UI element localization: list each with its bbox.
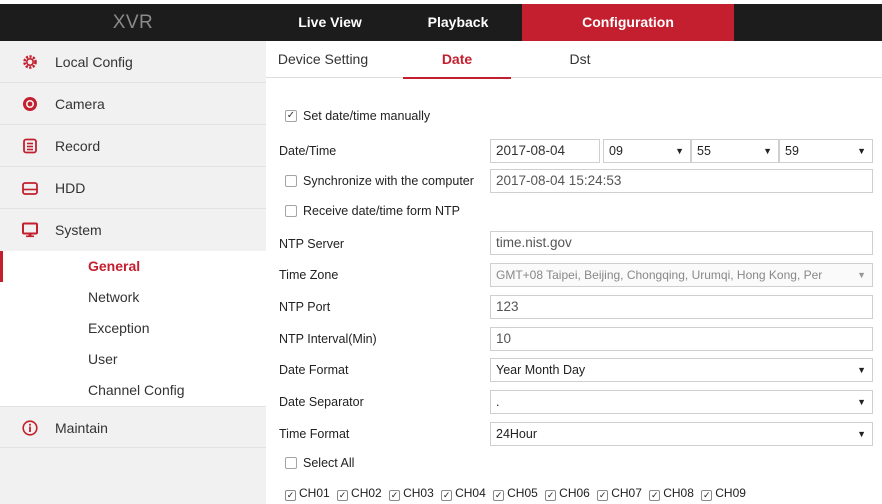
ntp-interval-input[interactable]: 10 xyxy=(490,327,873,351)
gear-icon xyxy=(23,55,37,69)
sidebar-item-system[interactable]: System xyxy=(0,209,266,251)
date-format-value: Year Month Day xyxy=(496,363,586,377)
time-format-value: 24Hour xyxy=(496,427,537,441)
sync-computer-checkbox[interactable] xyxy=(285,175,297,187)
sidebar-item-hdd[interactable]: HDD xyxy=(0,167,266,209)
date-separator-value: . xyxy=(496,395,500,409)
ntp-port-label: NTP Port xyxy=(279,300,331,314)
select-all-checkbox[interactable] xyxy=(285,457,297,469)
sidebar-subitem-general[interactable]: General xyxy=(0,251,266,282)
check-icon: ✓ xyxy=(597,490,609,501)
tab-bar: Device Setting Date Dst xyxy=(266,41,882,79)
sidebar-item-camera[interactable]: Camera xyxy=(0,83,266,125)
date-separator-label: Date Separator xyxy=(279,395,364,409)
time-zone-select[interactable]: GMT+08 Taipei, Beijing, Chongqing, Urumq… xyxy=(490,263,873,287)
chevron-down-icon: ▼ xyxy=(675,146,684,156)
hdd-icon xyxy=(22,182,38,195)
tab-date[interactable]: Date xyxy=(403,41,511,79)
second-select[interactable]: 59 ▼ xyxy=(779,139,873,163)
check-icon: ✓ xyxy=(493,490,505,501)
time-zone-label: Time Zone xyxy=(279,268,339,282)
chevron-down-icon: ▼ xyxy=(857,429,866,439)
sidebar-item-maintain[interactable]: Maintain xyxy=(0,406,266,448)
channel-checkbox-list: ✓ CH01 ✓ CH02 ✓ CH03 ✓ CH04 ✓ CH05 ✓ CH06 ✓ CH0… xyxy=(285,486,750,501)
sidebar-subitem-network[interactable]: Network xyxy=(0,282,266,313)
record-icon xyxy=(23,138,37,154)
sidebar: Local Config Camera Record HDD System Ge… xyxy=(0,41,266,504)
ntp-server-input[interactable]: time.nist.gov xyxy=(490,231,873,255)
receive-ntp-checkbox[interactable] xyxy=(285,205,297,217)
check-icon: ✓ xyxy=(337,490,349,501)
info-icon xyxy=(22,420,38,436)
check-icon: ✓ xyxy=(441,490,453,501)
minute-value: 55 xyxy=(697,144,711,158)
nav-playback[interactable]: Playback xyxy=(394,4,522,41)
sidebar-item-label: Local Config xyxy=(55,54,133,70)
check-icon: ✓ xyxy=(649,490,661,501)
channel-checkbox[interactable]: ✓ CH07 xyxy=(597,486,642,501)
second-value: 59 xyxy=(785,144,799,158)
time-zone-value: GMT+08 Taipei, Beijing, Chongqing, Urumq… xyxy=(496,268,823,282)
sidebar-item-label: HDD xyxy=(55,180,86,196)
sidebar-subitem-channel-config[interactable]: Channel Config xyxy=(0,375,266,406)
date-format-select[interactable]: Year Month Day ▼ xyxy=(490,358,873,382)
channel-checkbox[interactable]: ✓ CH08 xyxy=(649,486,694,501)
date-input[interactable]: 2017-08-04 xyxy=(490,139,600,163)
sync-computer-label: Synchronize with the computer xyxy=(303,174,474,188)
sidebar-item-local-config[interactable]: Local Config xyxy=(0,41,266,83)
minute-select[interactable]: 55 ▼ xyxy=(691,139,779,163)
channel-checkbox[interactable]: ✓ CH02 xyxy=(337,486,382,501)
sidebar-item-label: System xyxy=(55,222,102,238)
main-content: Device Setting Date Dst Set date/time ma… xyxy=(266,41,882,504)
sidebar-item-record[interactable]: Record xyxy=(0,125,266,167)
receive-ntp-label: Receive date/time form NTP xyxy=(303,204,460,218)
datetime-label: Date/Time xyxy=(279,144,337,158)
sidebar-item-label: Maintain xyxy=(55,420,108,436)
channel-checkbox[interactable]: ✓ CH05 xyxy=(493,486,538,501)
manual-datetime-checkbox[interactable] xyxy=(285,110,297,122)
date-format-label: Date Format xyxy=(279,363,349,377)
ntp-interval-label: NTP Interval(Min) xyxy=(279,332,377,346)
top-nav-bar: XVR Live View Playback Configuration xyxy=(0,4,882,41)
check-icon: ✓ xyxy=(389,490,401,501)
app-logo: XVR xyxy=(112,12,154,33)
manual-datetime-label: Set date/time manually xyxy=(303,109,431,123)
sidebar-subitem-exception[interactable]: Exception xyxy=(0,313,266,344)
channel-checkbox[interactable]: ✓ CH03 xyxy=(389,486,434,501)
channel-checkbox[interactable]: ✓ CH09 xyxy=(701,486,746,501)
channel-checkbox[interactable]: ✓ CH06 xyxy=(545,486,590,501)
date-separator-select[interactable]: . ▼ xyxy=(490,390,873,414)
tab-dst[interactable]: Dst xyxy=(536,41,624,78)
computer-time-field: 2017-08-04 15:24:53 xyxy=(490,169,873,193)
ntp-server-label: NTP Server xyxy=(279,237,345,251)
select-all-label: Select All xyxy=(303,456,355,470)
channel-checkbox[interactable]: ✓ CH01 xyxy=(285,486,330,501)
chevron-down-icon: ▼ xyxy=(763,146,772,156)
hour-select[interactable]: 09 ▼ xyxy=(603,139,691,163)
chevron-down-icon: ▼ xyxy=(857,146,866,156)
chevron-down-icon: ▼ xyxy=(857,270,866,280)
sidebar-subitem-user[interactable]: User xyxy=(0,344,266,375)
sidebar-item-label: Record xyxy=(55,138,101,154)
time-format-label: Time Format xyxy=(279,427,350,441)
time-format-select[interactable]: 24Hour ▼ xyxy=(490,422,873,446)
chevron-down-icon: ▼ xyxy=(857,365,866,375)
channel-checkbox[interactable]: ✓ CH04 xyxy=(441,486,486,501)
check-icon: ✓ xyxy=(701,490,713,501)
tab-device-setting[interactable]: Device Setting xyxy=(272,41,374,78)
nav-live-view[interactable]: Live View xyxy=(266,4,394,41)
nav-configuration[interactable]: Configuration xyxy=(522,4,734,41)
hour-value: 09 xyxy=(609,144,623,158)
chevron-down-icon: ▼ xyxy=(857,397,866,407)
check-icon: ✓ xyxy=(285,490,296,501)
camera-icon xyxy=(23,97,37,111)
check-icon: ✓ xyxy=(545,490,557,501)
monitor-icon xyxy=(22,222,38,238)
sidebar-item-label: Camera xyxy=(55,96,105,112)
ntp-port-input[interactable]: 123 xyxy=(490,295,873,319)
